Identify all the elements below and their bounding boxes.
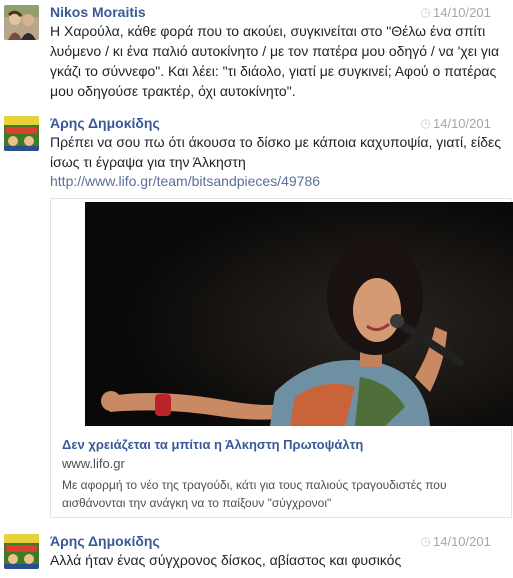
comment-link[interactable]: http://www.lifo.gr/team/bitsandpieces/49…	[50, 173, 320, 189]
comment-author[interactable]: Άρης Δημοκίδης	[50, 533, 160, 549]
link-preview-title[interactable]: Δεν χρειάζεται τα μπίτια η Άλκηστη Πρωτο…	[62, 437, 363, 452]
comment-timestamp[interactable]: 14/10/201	[433, 534, 513, 549]
comment-author[interactable]: Άρης Δημοκίδης	[50, 115, 160, 131]
clock-icon: ◷	[420, 534, 431, 548]
link-preview-image[interactable]	[85, 202, 513, 426]
comment-text: Αλλά ήταν ένας σύγχρονος δίσκος, αβίαστο…	[50, 552, 402, 568]
comment-text: Πρέπει να σου πω ότι άκουσα το δίσκο με …	[50, 134, 501, 170]
comment-timestamp[interactable]: 14/10/201	[433, 116, 513, 131]
clock-icon: ◷	[420, 116, 431, 130]
link-preview-domain: www.lifo.gr	[62, 456, 125, 471]
comment-text: Η Χαρούλα, κάθε φορά που το ακούει, συγκ…	[50, 23, 500, 99]
comment-timestamp[interactable]: 14/10/201	[433, 5, 513, 20]
link-preview-description: Με αφορμή το νέο της τραγούδι, κάτι για …	[62, 478, 447, 510]
comment-author[interactable]: Nikos Moraitis	[50, 4, 146, 20]
clock-icon: ◷	[420, 5, 431, 19]
avatar[interactable]	[4, 116, 39, 151]
avatar[interactable]	[4, 534, 39, 569]
link-preview-card[interactable]: Δεν χρειάζεται τα μπίτια η Άλκηστη Πρωτο…	[50, 198, 513, 518]
avatar[interactable]	[4, 5, 39, 40]
